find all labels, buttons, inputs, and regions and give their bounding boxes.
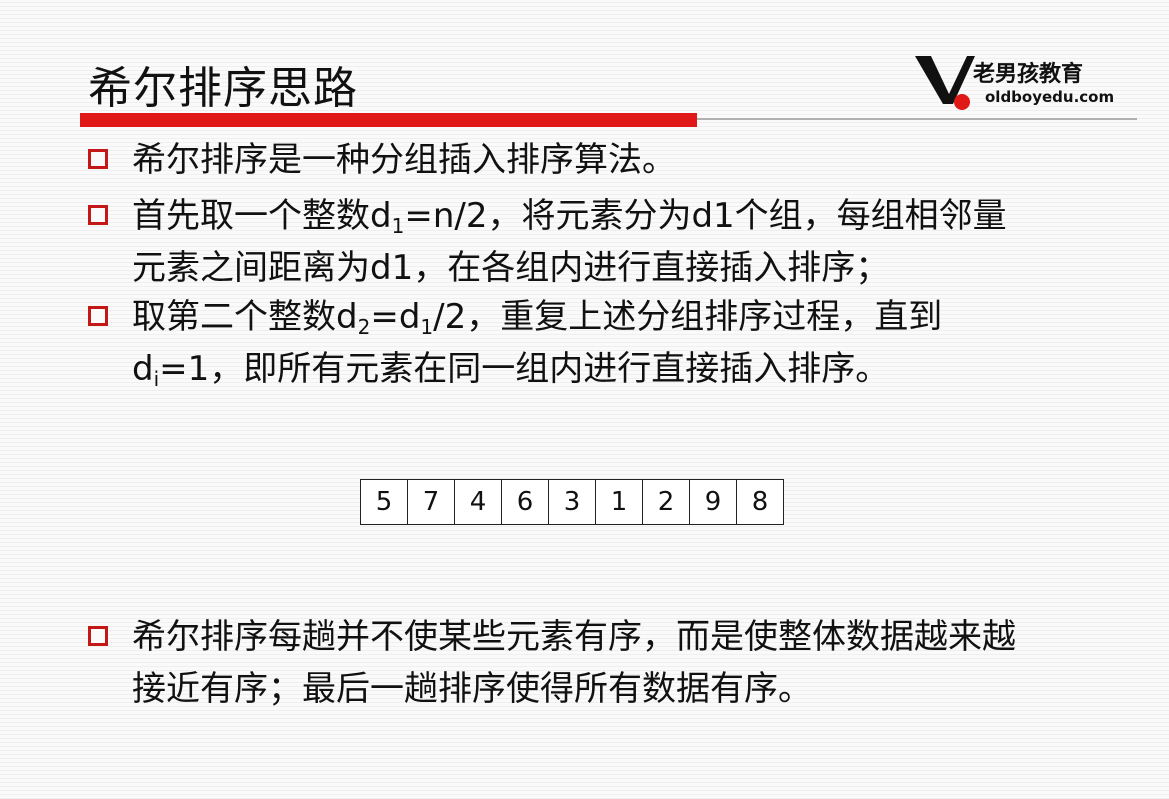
v-logo-icon <box>915 56 975 110</box>
bullet-3-text-e: =1，即所有元素在同一组内进行直接插入排序。 <box>159 349 890 389</box>
bullet-2-text-a: 首先取一个整数d <box>132 196 392 236</box>
bullet-3-text-b: =d <box>370 297 421 337</box>
bullet-box-icon <box>88 149 108 169</box>
array-cell: 4 <box>455 479 502 525</box>
bullet-3-text-c: /2，重复上述分组排序过程，直到 <box>433 297 943 337</box>
bullet-4: 希尔排序每趟并不使某些元素有序，而是使整体数据越来越 接近有序；最后一趟排序使得… <box>88 611 1148 715</box>
bullet-3-line-2: di=1，即所有元素在同一组内进行直接插入排序。 <box>132 343 1148 395</box>
bullet-2-line-2: 元素之间距离为d1，在各组内进行直接插入排序； <box>132 248 890 288</box>
title-underline-gray <box>697 118 1137 120</box>
example-array: 5 7 4 6 3 1 2 9 8 <box>360 479 784 525</box>
bullet-2-line-1: 首先取一个整数d1=n/2，将元素分为d1个组，每组相邻量 <box>132 190 1148 242</box>
bullet-box-icon <box>88 306 108 326</box>
array-cell: 6 <box>502 479 549 525</box>
bullet-4-line-2: 接近有序；最后一趟排序使得所有数据有序。 <box>132 669 812 709</box>
bullet-1: 希尔排序是一种分组插入排序算法。 <box>88 134 1148 186</box>
array-cell: 1 <box>596 479 643 525</box>
bullet-2-text-b: =n/2，将元素分为d1个组，每组相邻量 <box>404 196 1007 236</box>
bullet-2-subscript: 1 <box>391 214 405 238</box>
bullet-box-icon <box>88 626 108 646</box>
bullet-3-text-d: d <box>132 349 154 389</box>
bullet-box-icon <box>88 205 108 225</box>
oldboy-logo: 老男孩教育 oldboyedu.com <box>915 52 1155 114</box>
array-cell: 3 <box>549 479 596 525</box>
bullet-2: 首先取一个整数d1=n/2，将元素分为d1个组，每组相邻量 元素之间距离为d1，… <box>88 190 1148 294</box>
bullet-4-line-1: 希尔排序每趟并不使某些元素有序，而是使整体数据越来越 <box>132 617 1016 657</box>
array-cell: 2 <box>643 479 690 525</box>
logo-brand-text: 老男孩教育 <box>973 62 1084 87</box>
bullet-3-subscript-a: 2 <box>357 315 371 339</box>
bullet-3-text-a: 取第二个整数d <box>132 297 358 337</box>
array-cell: 5 <box>361 479 408 525</box>
array-cell: 8 <box>737 479 784 525</box>
array-cell: 9 <box>690 479 737 525</box>
bullet-3-line-1: 取第二个整数d2=d1/2，重复上述分组排序过程，直到 <box>132 291 1148 343</box>
slide-title: 希尔排序思路 <box>88 63 358 114</box>
array-cell: 7 <box>408 479 455 525</box>
logo-url-text: oldboyedu.com <box>985 88 1115 106</box>
bullet-3-subscript-b: 1 <box>420 315 434 339</box>
bullet-3: 取第二个整数d2=d1/2，重复上述分组排序过程，直到 di=1，即所有元素在同… <box>88 291 1148 395</box>
bullet-1-text: 希尔排序是一种分组插入排序算法。 <box>132 140 676 180</box>
title-underline-red <box>80 113 697 127</box>
